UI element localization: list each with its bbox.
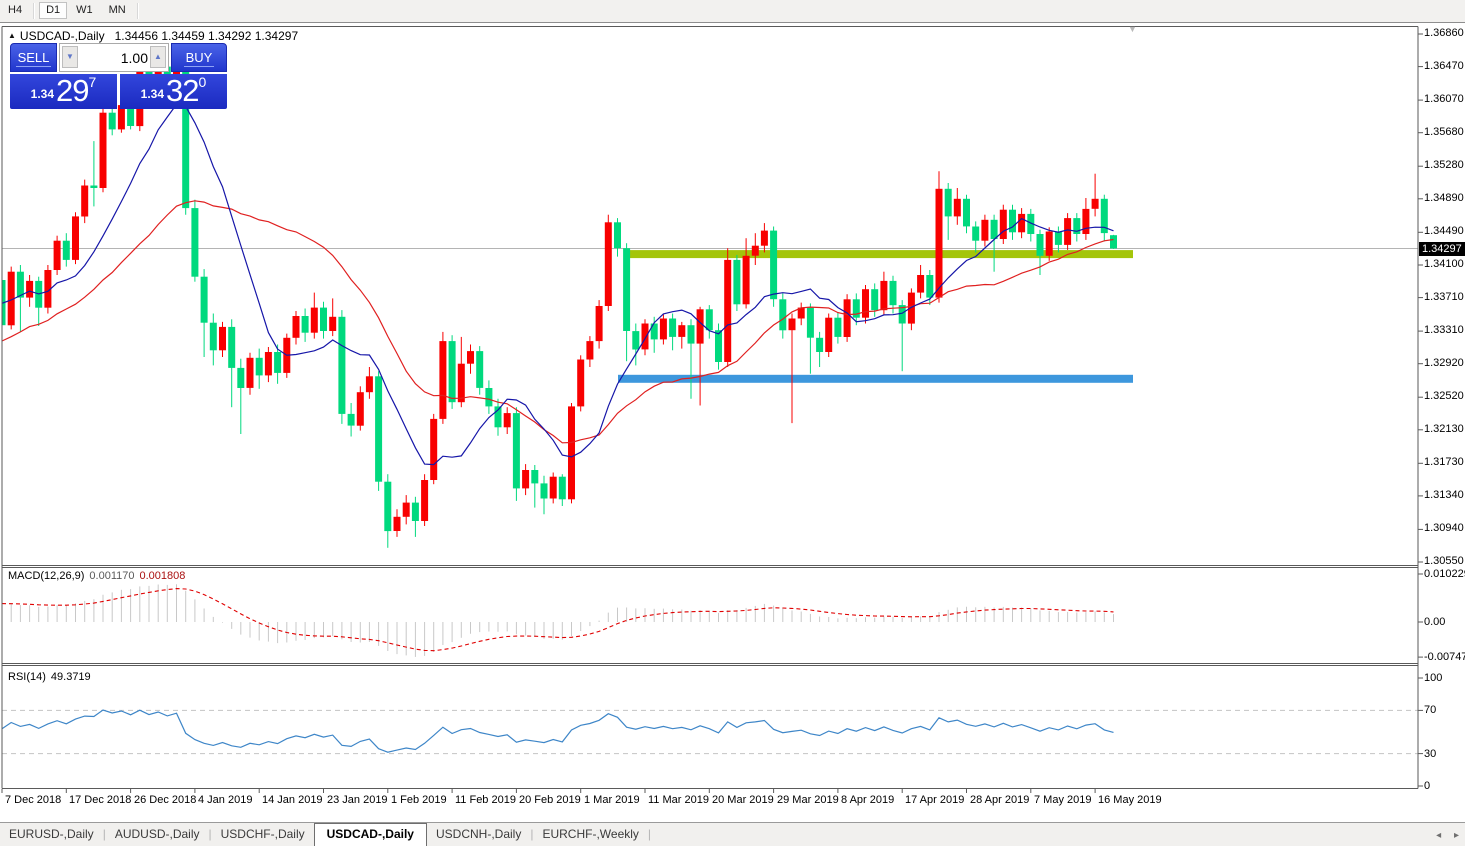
tab-usdchf-daily[interactable]: USDCHF-,Daily: [212, 823, 314, 846]
tab-scroll-controls: ◂ ▸: [1426, 830, 1459, 841]
chart-title: ▲ USDCAD-,Daily 1.34456 1.34459 1.34292 1.…: [8, 29, 298, 43]
buy-button-label: BUY: [184, 50, 215, 67]
trade-panel-prices: 1.34297 1.34320: [10, 74, 227, 109]
tab-scroll-right-icon[interactable]: ▸: [1454, 830, 1459, 841]
sell-button-label: SELL: [16, 50, 52, 67]
date-axis-label: 17 Apr 2019: [905, 794, 964, 806]
mt4-window: H4 D1W1MN ▲ USDCAD-,Daily 1.34456 1.34459 1…: [0, 0, 1465, 846]
chart-canvas[interactable]: [0, 23, 1465, 822]
volume-increase-button[interactable]: ▲: [150, 46, 166, 68]
resistance-band: [628, 250, 1133, 258]
buy-price-prefix: 1.34: [141, 87, 164, 101]
price-axis-label: 1.33310: [1424, 324, 1464, 336]
date-axis-label: 16 May 2019: [1098, 794, 1162, 806]
macd-name: MACD(12,26,9): [8, 570, 84, 582]
date-axis-label: 4 Jan 2019: [198, 794, 252, 806]
chart-ohlc-values: 1.34456 1.34459 1.34292 1.34297: [115, 29, 299, 43]
volume-input[interactable]: [80, 46, 150, 70]
buy-button[interactable]: BUY: [171, 43, 227, 72]
price-axis-label: 1.34890: [1424, 192, 1464, 204]
timeframe-toolbar: H4 D1W1MN: [0, 0, 1465, 23]
price-axis-label: 1.30550: [1424, 555, 1464, 567]
macd-axis-label: 0.00: [1424, 616, 1445, 628]
date-axis-label: 1 Mar 2019: [584, 794, 640, 806]
price-axis-label: 1.35280: [1424, 159, 1464, 171]
trade-panel-top-row: SELL ▼ ▲ BUY: [10, 43, 227, 72]
toolbar-separator: [137, 3, 139, 19]
price-axis-label: 1.35680: [1424, 126, 1464, 138]
chart-window: ▲ USDCAD-,Daily 1.34456 1.34459 1.34292 1.…: [0, 23, 1465, 822]
macd-axis-label: 0.010229: [1424, 568, 1465, 580]
rsi-name: RSI(14): [8, 671, 46, 683]
buy-price-display[interactable]: 1.34320: [120, 74, 227, 109]
date-axis-label: 11 Feb 2019: [455, 794, 516, 806]
price-axis-label: 1.33710: [1424, 291, 1464, 303]
sell-price-sup: 7: [89, 74, 97, 90]
date-axis-label: 8 Apr 2019: [841, 794, 894, 806]
price-axis-label: 1.36470: [1424, 60, 1464, 72]
support-band: [618, 375, 1133, 383]
date-axis-label: 1 Feb 2019: [391, 794, 447, 806]
sell-price-big: 29: [56, 73, 88, 108]
sell-price-prefix: 1.34: [31, 87, 54, 101]
date-axis-label: 7 Dec 2018: [5, 794, 61, 806]
rsi-indicator-label: RSI(14) 49.3719: [8, 671, 91, 683]
current-price-tag: 1.34297: [1419, 242, 1465, 256]
price-axis-label: 1.36070: [1424, 93, 1464, 105]
date-axis-label: 20 Mar 2019: [712, 794, 774, 806]
price-axis-label: 1.36860: [1424, 27, 1464, 39]
toolbar-separator: [33, 3, 35, 19]
volume-decrease-button[interactable]: ▼: [62, 46, 78, 68]
tab-scroll-left-icon[interactable]: ◂: [1436, 830, 1441, 841]
buy-price-big: 32: [166, 73, 198, 108]
timeframe-button-h4[interactable]: H4: [1, 2, 29, 19]
timeframe-button-w1[interactable]: W1: [69, 2, 100, 19]
sell-price-display[interactable]: 1.34297: [10, 74, 117, 109]
macd-signal-value: 0.001808: [140, 570, 186, 582]
tab-list: EURUSD-,Daily|AUDUSD-,Daily|USDCHF-,Dail…: [0, 825, 651, 842]
price-axis-label: 1.31340: [1424, 489, 1464, 501]
date-axis-label: 7 May 2019: [1034, 794, 1091, 806]
price-axis-label: 1.32130: [1424, 423, 1464, 435]
volume-spinner: ▼ ▲: [59, 43, 169, 72]
date-axis-label: 14 Jan 2019: [262, 794, 323, 806]
chart-tab-bar: EURUSD-,Daily|AUDUSD-,Daily|USDCHF-,Dail…: [0, 822, 1465, 846]
price-axis-label: 1.31730: [1424, 456, 1464, 468]
tab-eurusd-daily[interactable]: EURUSD-,Daily: [0, 823, 103, 846]
date-axis-label: 20 Feb 2019: [519, 794, 581, 806]
price-axis-label: 1.32920: [1424, 357, 1464, 369]
price-axis-label: 1.34100: [1424, 258, 1464, 270]
price-axis-label: 1.30940: [1424, 522, 1464, 534]
macd-indicator-label: MACD(12,26,9) 0.001170 0.001808: [8, 570, 185, 582]
tab-audusd-daily[interactable]: AUDUSD-,Daily: [106, 823, 209, 846]
rsi-axis-label: 100: [1424, 672, 1442, 684]
date-axis-label: 17 Dec 2018: [69, 794, 131, 806]
price-axis-label: 1.32520: [1424, 390, 1464, 402]
macd-main-value: 0.001170: [89, 570, 134, 582]
date-axis-label: 23 Jan 2019: [327, 794, 388, 806]
date-axis-label: 28 Apr 2019: [970, 794, 1029, 806]
buy-price-sup: 0: [199, 74, 207, 90]
chart-shift-marker[interactable]: ▼: [1128, 24, 1137, 34]
chart-symbol-label: USDCAD-,Daily: [20, 29, 105, 43]
timeframe-button-mn[interactable]: MN: [102, 2, 133, 19]
rsi-axis-label: 0: [1424, 780, 1430, 792]
sell-button[interactable]: SELL: [10, 43, 57, 72]
price-axis-label: 1.34490: [1424, 225, 1464, 237]
tab-eurchf-weekly[interactable]: EURCHF-,Weekly: [533, 823, 647, 846]
tab-usdcnh-daily[interactable]: USDCNH-,Daily: [427, 823, 530, 846]
rsi-value: 49.3719: [51, 671, 91, 683]
timeframe-button-d1[interactable]: D1: [39, 2, 67, 19]
date-axis-label: 29 Mar 2019: [777, 794, 839, 806]
tab-separator: |: [648, 823, 651, 841]
collapse-arrow-icon[interactable]: ▲: [8, 31, 16, 40]
rsi-axis-label: 70: [1424, 704, 1436, 716]
one-click-trading-panel: SELL ▼ ▲ BUY 1.34297 1.34320: [10, 43, 227, 109]
date-axis-label: 26 Dec 2018: [134, 794, 196, 806]
macd-axis-label: -0.007477: [1424, 651, 1465, 663]
date-axis-label: 11 Mar 2019: [648, 794, 709, 806]
rsi-axis-label: 30: [1424, 748, 1436, 760]
tab-usdcad-daily[interactable]: USDCAD-,Daily: [314, 823, 427, 846]
